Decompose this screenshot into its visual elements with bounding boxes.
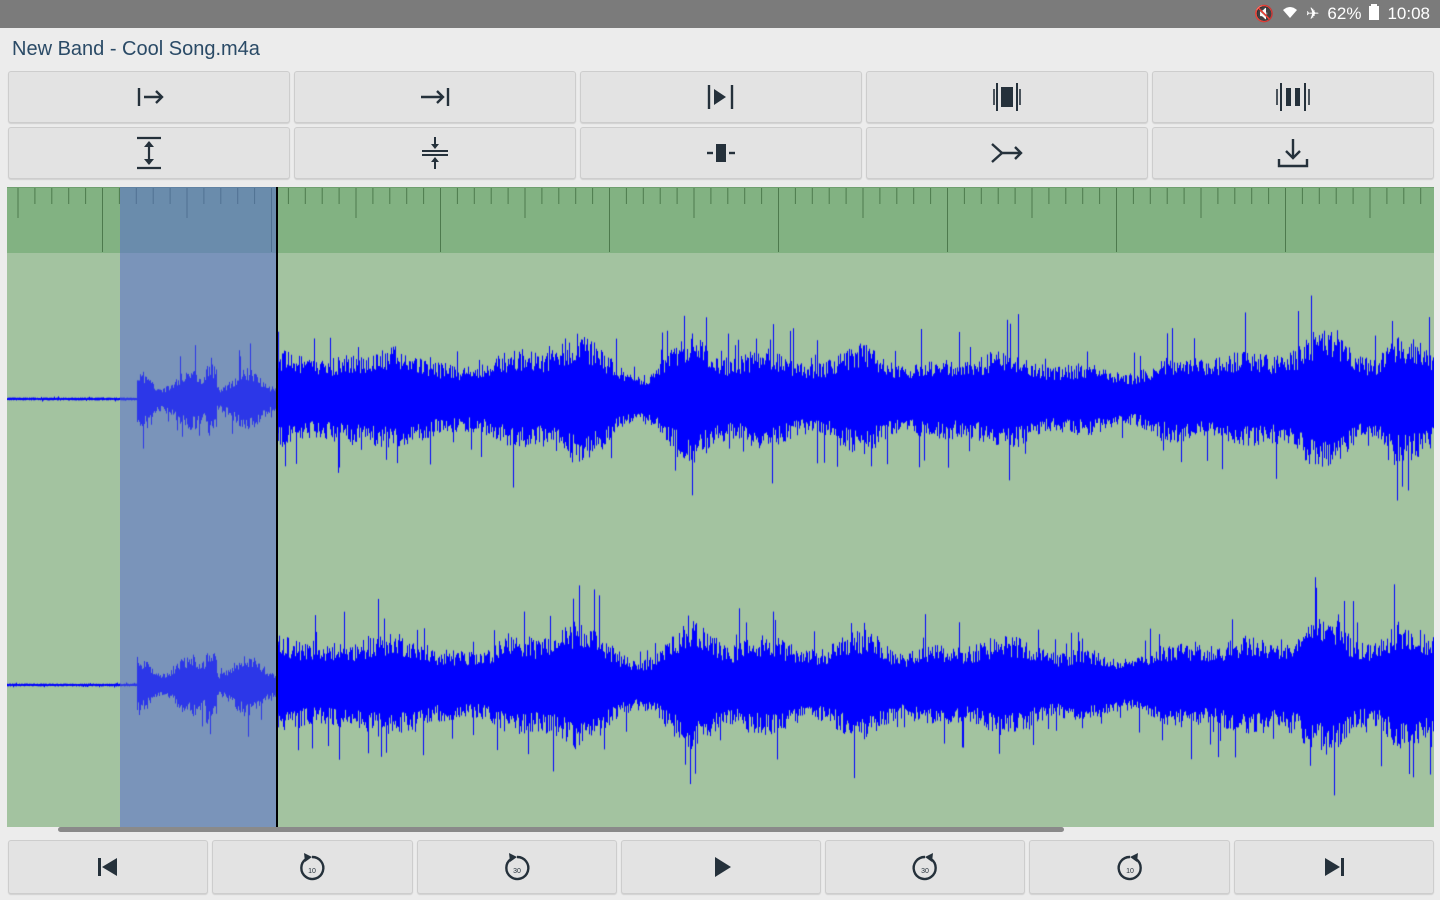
play-icon xyxy=(714,857,731,877)
forward-10-button[interactable]: 10 xyxy=(1029,840,1230,894)
set-end-button[interactable] xyxy=(294,71,576,123)
transport-controls: 10 30 30 10 xyxy=(8,840,1434,894)
battery-icon xyxy=(1369,3,1380,25)
merge-icon xyxy=(991,143,1023,163)
compress-vertical-button[interactable] xyxy=(294,127,576,179)
play-button[interactable] xyxy=(620,840,822,894)
playhead[interactable] xyxy=(276,187,278,827)
zoom-fit-button[interactable] xyxy=(580,127,862,179)
rewind-30-icon: 30 xyxy=(504,853,530,881)
svg-text:30: 30 xyxy=(921,868,929,875)
toolbar-row-2 xyxy=(8,127,1434,179)
play-selection-button[interactable] xyxy=(580,71,862,123)
zoom-fit-icon xyxy=(707,144,735,162)
svg-text:10: 10 xyxy=(309,868,317,875)
forward-10-icon: 10 xyxy=(1117,853,1142,881)
forward-30-button[interactable]: 30 xyxy=(825,840,1026,894)
battery-percent: 62% xyxy=(1327,4,1362,23)
download-icon xyxy=(1277,139,1309,168)
skip-to-start-button[interactable] xyxy=(8,840,209,894)
skip-to-end-icon xyxy=(1324,858,1344,876)
mute-icon: 🔇 xyxy=(1254,6,1275,23)
set-end-icon xyxy=(421,88,450,106)
clock: 10:08 xyxy=(1387,4,1430,23)
rewind-10-button[interactable]: 10 xyxy=(212,840,413,894)
set-start-button[interactable] xyxy=(8,71,290,123)
wifi-icon xyxy=(1282,5,1298,24)
status-icons: 🔇 ✈ 62% 10:08 xyxy=(1254,0,1430,28)
split-region-icon xyxy=(1276,83,1310,111)
play-selection-icon xyxy=(707,85,734,109)
split-region-button[interactable] xyxy=(1152,71,1434,123)
compress-vertical-icon xyxy=(422,137,448,169)
rewind-10-icon: 10 xyxy=(300,853,325,881)
select-region-button[interactable] xyxy=(866,71,1148,123)
airplane-icon: ✈ xyxy=(1306,6,1320,23)
skip-to-start-icon xyxy=(98,858,118,876)
set-start-icon xyxy=(137,88,164,106)
rewind-30-button[interactable]: 30 xyxy=(416,840,617,894)
file-title: New Band - Cool Song.m4a xyxy=(12,38,260,60)
forward-30-icon: 30 xyxy=(912,853,938,881)
expand-vertical-icon xyxy=(137,136,161,170)
download-button[interactable] xyxy=(1152,127,1434,179)
expand-vertical-button[interactable] xyxy=(8,127,290,179)
merge-button[interactable] xyxy=(866,127,1148,179)
skip-to-end-button[interactable] xyxy=(1233,840,1434,894)
horizontal-scrollbar[interactable] xyxy=(58,827,1064,832)
select-region-icon xyxy=(993,83,1021,111)
svg-text:10: 10 xyxy=(1126,868,1134,875)
svg-text:30: 30 xyxy=(513,868,521,875)
status-bar: 🔇 ✈ 62% 10:08 xyxy=(0,0,1440,28)
selection-region[interactable] xyxy=(120,187,277,827)
toolbar-row-1 xyxy=(8,71,1434,123)
